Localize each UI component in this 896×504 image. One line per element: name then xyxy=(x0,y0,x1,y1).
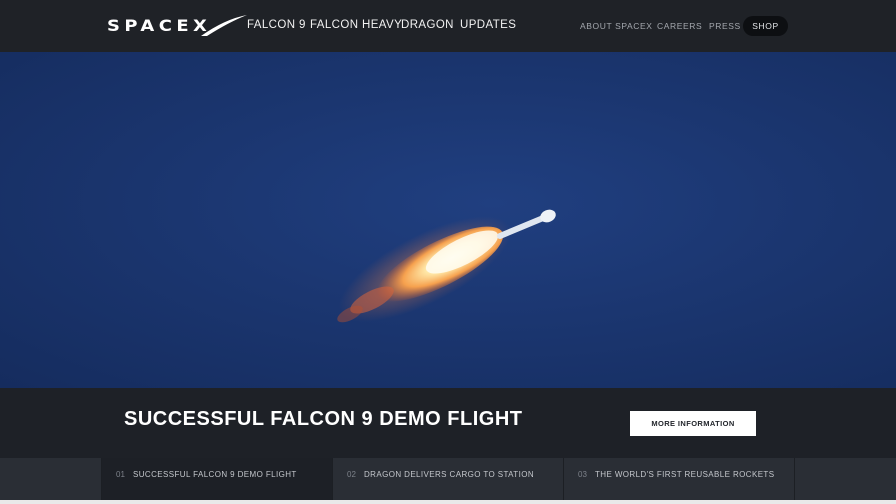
nav-dragon[interactable]: DRAGON xyxy=(401,19,454,31)
nav-falcon-9[interactable]: FALCON 9 xyxy=(247,19,306,31)
slide-tab-label: DRAGON DELIVERS CARGO TO STATION xyxy=(364,470,535,479)
more-information-button[interactable]: MORE INFORMATION xyxy=(630,411,756,436)
nav-updates[interactable]: UPDATES xyxy=(460,19,516,31)
shop-button[interactable]: SHOP xyxy=(743,16,788,36)
slide-tab-label: THE WORLD'S FIRST REUSABLE ROCKETS xyxy=(595,470,775,479)
slide-tab-number: 02 xyxy=(347,470,356,479)
logo-swoosh-icon xyxy=(201,15,247,36)
page-bottom-edge xyxy=(0,500,896,504)
slide-tab-02[interactable]: 02 DRAGON DELIVERS CARGO TO STATION xyxy=(332,458,563,500)
slide-tab-01[interactable]: 01 SUCCESSFUL FALCON 9 DEMO FLIGHT xyxy=(101,458,332,500)
hero-rocket-launch-image xyxy=(0,52,896,388)
slide-tab-number: 03 xyxy=(578,470,587,479)
spacex-logo[interactable]: SPACEX xyxy=(107,13,249,39)
slide-tab-03[interactable]: 03 THE WORLD'S FIRST REUSABLE ROCKETS xyxy=(563,458,794,500)
nav-press[interactable]: PRESS xyxy=(709,21,741,31)
rocket-launch-photo xyxy=(337,209,556,323)
slide-tab-number: 01 xyxy=(116,470,125,479)
slide-tabs: 01 SUCCESSFUL FALCON 9 DEMO FLIGHT 02 DR… xyxy=(0,458,896,500)
top-navigation-bar: SPACEX FALCON 9 FALCON HEAVY DRAGON UPDA… xyxy=(0,0,896,52)
slide-tab-divider xyxy=(794,458,896,500)
nav-careers[interactable]: CAREERS xyxy=(657,21,702,31)
rocket-body xyxy=(497,209,556,239)
slide-tab-label: SUCCESSFUL FALCON 9 DEMO FLIGHT xyxy=(133,470,297,479)
nav-about-spacex[interactable]: ABOUT SPACEX xyxy=(580,21,653,31)
slide-headline: SUCCESSFUL FALCON 9 DEMO FLIGHT xyxy=(124,408,523,430)
nav-falcon-heavy[interactable]: FALCON HEAVY xyxy=(310,19,402,31)
